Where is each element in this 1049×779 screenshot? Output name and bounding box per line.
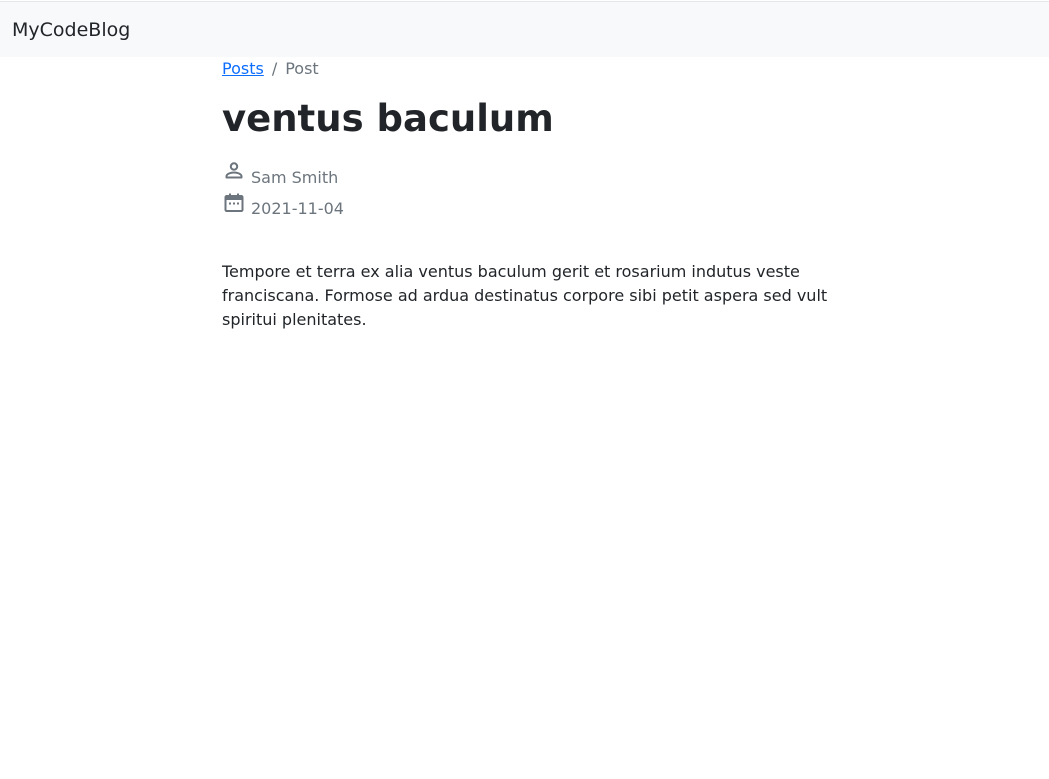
breadcrumb-current: Post (285, 59, 319, 78)
brand-link[interactable]: MyCodeBlog (12, 19, 130, 41)
breadcrumb-separator: / (271, 59, 278, 78)
breadcrumb: Posts / Post (222, 59, 319, 79)
date-value: 2021-11-04 (251, 198, 344, 218)
navbar: MyCodeBlog (0, 1, 1049, 57)
author-name: Sam Smith (251, 167, 339, 187)
calendar-icon (222, 191, 246, 215)
person-icon (222, 160, 246, 184)
post-date: 2021-11-04 (222, 191, 344, 218)
post-title: ventus baculum (222, 97, 554, 140)
breadcrumb-posts-link[interactable]: Posts (222, 59, 264, 78)
post-author: Sam Smith (222, 160, 339, 187)
post-body: Tempore et terra ex alia ventus baculum … (222, 262, 828, 329)
